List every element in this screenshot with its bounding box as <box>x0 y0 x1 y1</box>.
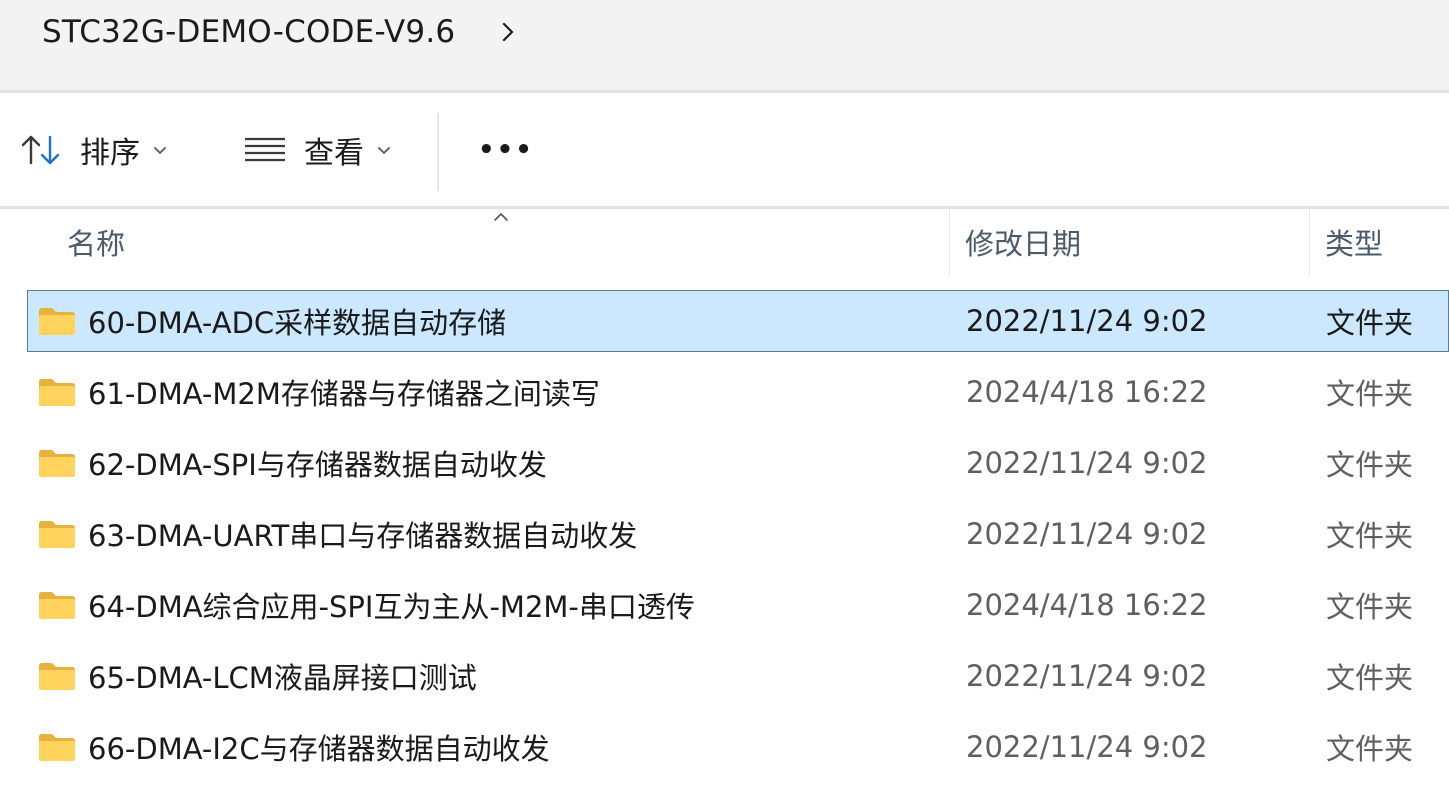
list-view-icon <box>245 137 285 161</box>
address-bar: STC32G-DEMO-CODE-V9.6 <box>0 0 1449 90</box>
folder-icon <box>39 663 75 690</box>
folder-icon <box>39 450 75 477</box>
list-item[interactable]: 62-DMA-SPI与存储器数据自动收发 2022/11/24 9:02 文件夹 <box>27 432 1449 494</box>
column-header-row: 名称 修改日期 类型 <box>0 209 1449 275</box>
file-type: 文件夹 <box>1326 519 1414 553</box>
file-name-cell: 62-DMA-SPI与存储器数据自动收发 <box>38 433 547 493</box>
sort-button-label: 排序 <box>80 135 140 171</box>
file-date: 2022/11/24 9:02 <box>966 517 1208 551</box>
more-options-button[interactable]: ••• <box>478 93 534 206</box>
list-item[interactable]: 60-DMA-ADC采样数据自动存储 2022/11/24 9:02 文件夹 <box>27 290 1449 352</box>
file-name-cell: 61-DMA-M2M存储器与存储器之间读写 <box>38 362 600 422</box>
list-item[interactable]: 65-DMA-LCM液晶屏接口测试 2022/11/24 9:02 文件夹 <box>27 645 1449 707</box>
column-header-name-label: 名称 <box>67 227 126 261</box>
file-type: 文件夹 <box>1326 306 1414 340</box>
folder-icon <box>39 592 75 619</box>
file-type: 文件夹 <box>1326 377 1414 411</box>
column-header-date-label: 修改日期 <box>965 227 1082 261</box>
list-item[interactable]: 66-DMA-I2C与存储器数据自动收发 2022/11/24 9:02 文件夹 <box>27 716 1449 778</box>
file-name: 62-DMA-SPI与存储器数据自动收发 <box>88 448 547 482</box>
file-type: 文件夹 <box>1326 732 1414 766</box>
view-button-label: 查看 <box>304 135 364 171</box>
file-name: 65-DMA-LCM液晶屏接口测试 <box>88 661 477 695</box>
file-name-cell: 65-DMA-LCM液晶屏接口测试 <box>38 646 477 706</box>
command-bar: 排序 查看 ••• <box>0 93 1449 206</box>
file-type: 文件夹 <box>1326 448 1414 482</box>
folder-icon <box>39 521 75 548</box>
column-resize-handle[interactable] <box>949 209 950 275</box>
file-date: 2024/4/18 16:22 <box>966 588 1208 622</box>
file-name-cell: 63-DMA-UART串口与存储器数据自动收发 <box>38 504 637 564</box>
column-header-type-label: 类型 <box>1325 227 1384 261</box>
column-header-type[interactable]: 类型 <box>1325 209 1449 275</box>
file-name: 66-DMA-I2C与存储器数据自动收发 <box>88 732 550 766</box>
file-type: 文件夹 <box>1326 661 1414 695</box>
folder-icon <box>39 734 75 761</box>
chevron-down-icon <box>154 146 166 154</box>
view-button[interactable]: 查看 <box>244 93 392 206</box>
file-date: 2022/11/24 9:02 <box>966 659 1208 693</box>
file-date: 2024/4/18 16:22 <box>966 375 1208 409</box>
file-name: 64-DMA综合应用-SPI互为主从-M2M-串口透传 <box>88 590 695 624</box>
file-type: 文件夹 <box>1326 590 1414 624</box>
column-resize-handle[interactable] <box>1309 209 1310 275</box>
sort-button[interactable]: 排序 <box>20 93 168 206</box>
list-item[interactable]: 64-DMA综合应用-SPI互为主从-M2M-串口透传 2024/4/18 16… <box>27 574 1449 636</box>
file-date: 2022/11/24 9:02 <box>966 730 1208 764</box>
more-icon: ••• <box>478 134 534 165</box>
list-item[interactable]: 63-DMA-UART串口与存储器数据自动收发 2022/11/24 9:02 … <box>27 503 1449 565</box>
chevron-down-icon <box>378 146 390 154</box>
chevron-right-icon[interactable] <box>499 21 517 43</box>
sort-arrows-icon <box>21 135 60 164</box>
file-name-cell: 64-DMA综合应用-SPI互为主从-M2M-串口透传 <box>38 575 695 635</box>
column-header-name[interactable]: 名称 <box>67 209 947 275</box>
file-date: 2022/11/24 9:02 <box>966 304 1208 338</box>
list-item[interactable]: 61-DMA-M2M存储器与存储器之间读写 2024/4/18 16:22 文件… <box>27 361 1449 423</box>
file-date: 2022/11/24 9:02 <box>966 446 1208 480</box>
breadcrumb-current-folder[interactable]: STC32G-DEMO-CODE-V9.6 <box>42 14 455 50</box>
file-name: 63-DMA-UART串口与存储器数据自动收发 <box>88 519 638 553</box>
column-header-date[interactable]: 修改日期 <box>965 209 1305 275</box>
toolbar-separator <box>437 113 439 191</box>
file-name-cell: 66-DMA-I2C与存储器数据自动收发 <box>38 717 550 777</box>
file-name-cell: 60-DMA-ADC采样数据自动存储 <box>38 291 506 351</box>
breadcrumb[interactable]: STC32G-DEMO-CODE-V9.6 <box>42 8 517 56</box>
file-name: 60-DMA-ADC采样数据自动存储 <box>88 306 507 340</box>
folder-icon <box>39 308 75 335</box>
file-name: 61-DMA-M2M存储器与存储器之间读写 <box>88 377 600 411</box>
folder-icon <box>39 379 75 406</box>
